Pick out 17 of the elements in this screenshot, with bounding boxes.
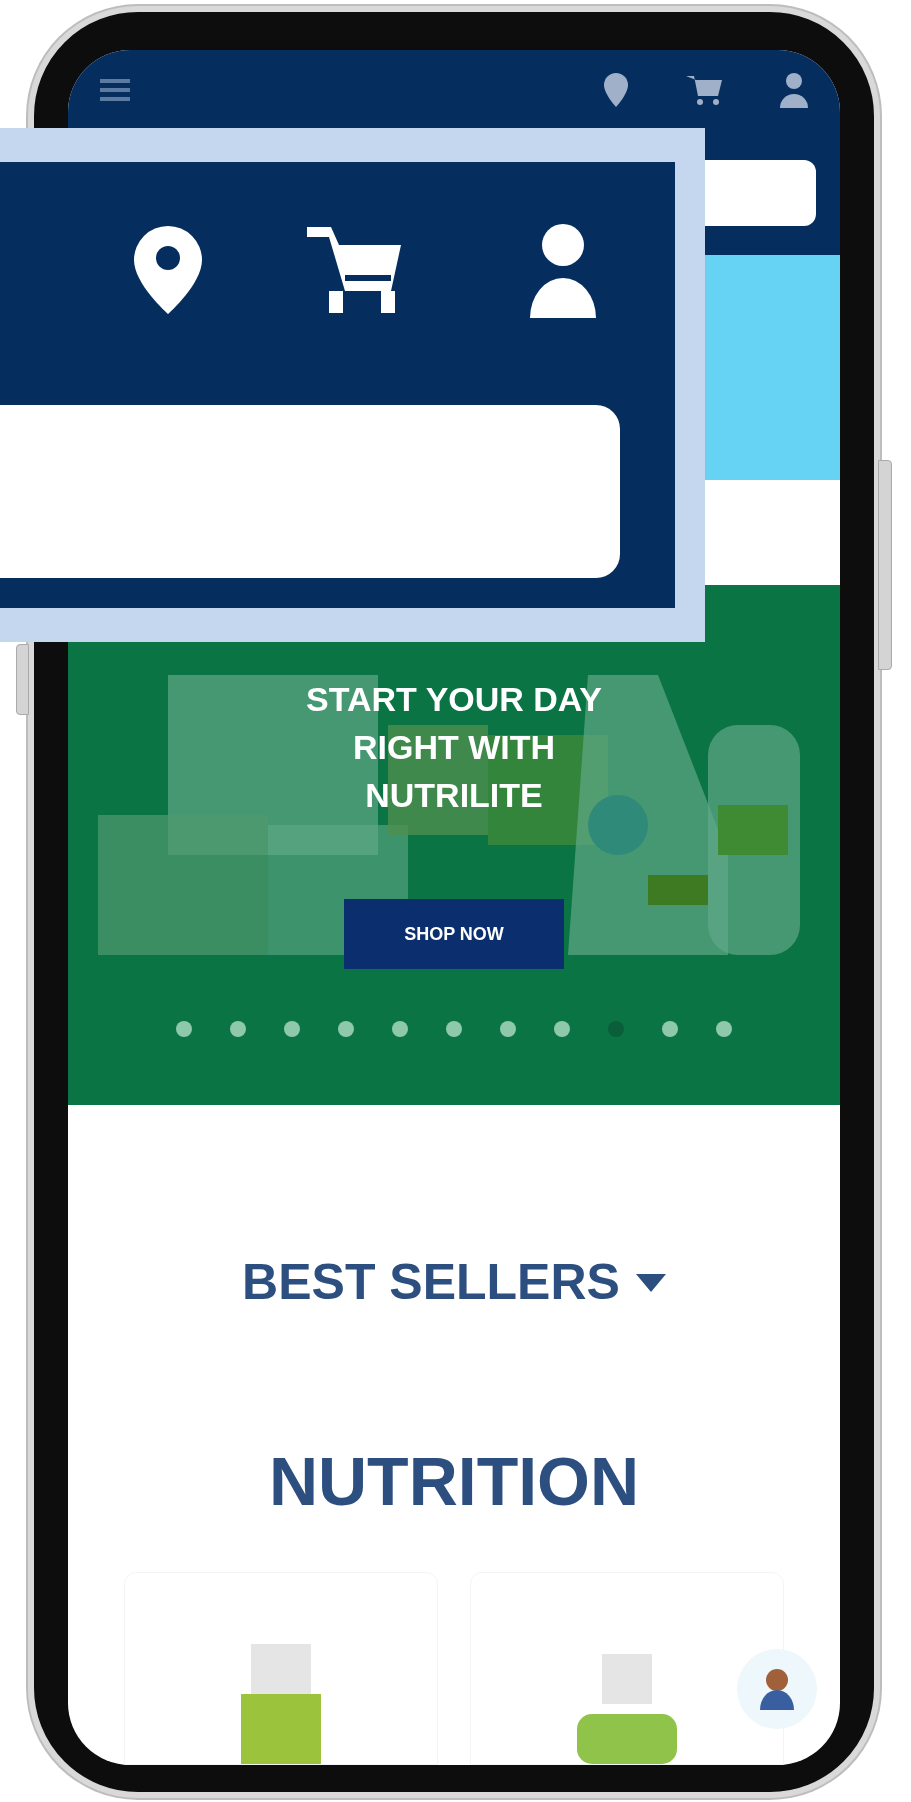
chat-avatar-icon[interactable] <box>736 1648 818 1730</box>
search-field[interactable] <box>0 405 620 578</box>
account-icon[interactable] <box>530 222 596 318</box>
search-field[interactable] <box>704 159 816 226</box>
location-icon[interactable] <box>604 73 628 107</box>
location-icon[interactable] <box>134 226 202 314</box>
cart-icon[interactable] <box>684 74 724 106</box>
product-card[interactable] <box>124 1572 438 1765</box>
menu-icon[interactable] <box>100 77 130 103</box>
chevron-down-icon[interactable] <box>635 1273 666 1292</box>
shop-now-button[interactable]: SHOP NOW <box>344 899 564 969</box>
banner-headline: START YOUR DAY RIGHT WITH NUTRILITE <box>305 679 603 816</box>
bottle-icon <box>241 1644 321 1764</box>
section-title: NUTRITION <box>268 1442 640 1521</box>
section-title[interactable]: BEST SELLERS <box>242 1245 620 1320</box>
bottle-icon <box>577 1654 677 1764</box>
account-icon[interactable] <box>780 72 808 108</box>
